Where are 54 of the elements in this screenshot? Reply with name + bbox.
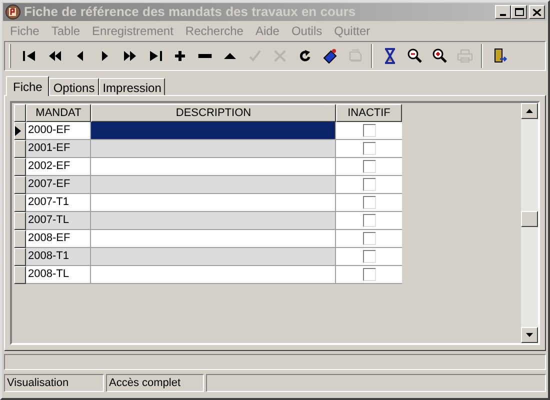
double-left-arrow-icon: [46, 48, 62, 64]
minus-icon: [198, 54, 212, 58]
row-indicator[interactable]: [14, 194, 26, 212]
checkbox[interactable]: [362, 214, 376, 227]
first-record-icon: [22, 48, 38, 64]
app-icon: [5, 4, 21, 20]
tag-icon: [322, 48, 338, 64]
double-right-arrow-icon: [122, 48, 138, 64]
row-indicator[interactable]: [14, 122, 26, 140]
door-exit-icon: [492, 48, 508, 64]
goto-icon: [346, 48, 362, 64]
checkbox[interactable]: [362, 178, 376, 191]
checkbox[interactable]: [362, 160, 376, 173]
row-indicator[interactable]: [14, 158, 26, 176]
checkbox[interactable]: [362, 250, 376, 263]
row-indicator[interactable]: [14, 176, 26, 194]
column-header[interactable]: DESCRIPTION: [91, 104, 336, 122]
scroll-down-button[interactable]: [521, 327, 538, 343]
checkbox[interactable]: [362, 268, 376, 281]
row-indicator[interactable]: [14, 248, 26, 266]
tab[interactable]: Options: [49, 78, 99, 95]
row-indicator[interactable]: [14, 266, 26, 284]
close-icon: [533, 8, 541, 16]
checkbox[interactable]: [362, 196, 376, 209]
row-indicator[interactable]: [14, 140, 26, 158]
checkbox[interactable]: [362, 124, 376, 137]
tab[interactable]: Impression: [98, 78, 166, 95]
checkmark-icon: [246, 48, 262, 64]
printer-icon: [456, 48, 472, 64]
minimize-button[interactable]: [495, 5, 511, 19]
vertical-scrollbar[interactable]: [521, 103, 538, 343]
minimize-icon: [500, 14, 506, 16]
checkbox[interactable]: [362, 142, 376, 155]
x-icon: [272, 48, 288, 64]
up-arrow-icon: [526, 109, 533, 113]
checkbox[interactable]: [362, 232, 376, 245]
status-text: Visualisation: [7, 376, 69, 391]
header-corner: [14, 104, 26, 122]
tab[interactable]: Fiche: [6, 76, 50, 96]
table-cell: 2008-TL: [26, 266, 91, 284]
close-button[interactable]: [529, 5, 545, 19]
row-indicator[interactable]: [14, 212, 26, 230]
maximize-button[interactable]: [511, 5, 527, 19]
scrollbar-thumb[interactable]: [521, 211, 538, 227]
status-text: Accès complet: [109, 376, 181, 391]
scroll-up-button[interactable]: [521, 103, 538, 119]
zoom-in-icon: [432, 48, 448, 64]
down-arrow-icon: [526, 333, 533, 337]
current-row-arrow-icon: [15, 126, 21, 136]
column-header[interactable]: MANDAT: [26, 104, 91, 122]
column-header[interactable]: INACTIF: [336, 104, 402, 122]
maximize-icon: [514, 8, 524, 16]
row-indicator[interactable]: [14, 230, 26, 248]
zoom-out-icon: [406, 48, 422, 64]
